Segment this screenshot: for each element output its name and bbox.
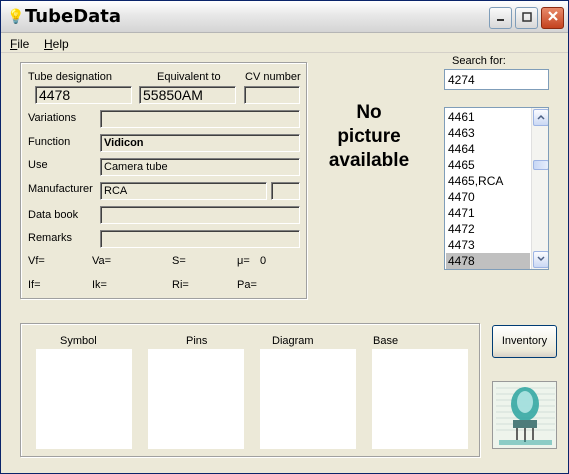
variations-label: Variations: [28, 112, 77, 124]
list-item[interactable]: 4464: [446, 141, 530, 157]
menu-bar: File Help: [1, 34, 568, 53]
pins-label: Pins: [186, 335, 208, 347]
variations-field[interactable]: [100, 110, 300, 128]
manufacturer-field[interactable]: RCA: [100, 182, 267, 200]
diagram-label: Diagram: [272, 335, 314, 347]
vf-label: Vf=: [28, 255, 45, 267]
app-window: 💡 TubeData File Help Tube designation Eq…: [0, 0, 569, 474]
symbol-label: Symbol: [60, 335, 97, 347]
va-label: Va=: [92, 255, 112, 267]
chevron-down-icon: [537, 256, 545, 262]
scroll-down-button[interactable]: [533, 251, 548, 268]
list-item[interactable]: 4470: [446, 189, 530, 205]
window-title: TubeData: [25, 6, 122, 27]
no-picture-text: No picture available: [328, 102, 410, 171]
data-book-label: Data book: [28, 209, 79, 221]
remarks-label: Remarks: [28, 232, 73, 244]
maximize-icon: [521, 12, 532, 22]
use-field[interactable]: Camera tube: [100, 158, 300, 176]
remarks-field[interactable]: [100, 230, 300, 248]
pa-label: Pa=: [237, 279, 257, 291]
close-icon: [547, 11, 558, 21]
mu-value: 0: [260, 255, 267, 267]
cv-number-field[interactable]: [244, 86, 300, 104]
list-item[interactable]: 4471: [446, 205, 530, 221]
mu-label: μ=: [237, 255, 250, 267]
list-item[interactable]: 4472: [446, 221, 530, 237]
if-label: If=: [28, 279, 41, 291]
vacuum-tube-icon: [493, 382, 556, 448]
equivalent-label: Equivalent to: [157, 71, 221, 83]
data-book-field[interactable]: [100, 206, 300, 224]
list-item[interactable]: 4465: [446, 157, 530, 173]
use-label: Use: [28, 159, 48, 171]
manufacturer-extra-field[interactable]: [271, 182, 300, 200]
base-image: [372, 349, 468, 449]
tube-list[interactable]: 4461 4463 4464 4465 4465,RCA 4470 4471 4472 4473…: [444, 107, 549, 270]
tube-designation-field[interactable]: 4478: [35, 86, 132, 104]
tube-designation-label: Tube designation: [28, 71, 112, 83]
scroll-up-button[interactable]: [533, 109, 548, 126]
tube-logo[interactable]: [492, 381, 557, 449]
cv-number-label: CV number: [245, 71, 301, 83]
s-label: S=: [172, 255, 186, 267]
equivalent-field[interactable]: 55850AM: [139, 86, 236, 104]
title-bar[interactable]: 💡 TubeData: [1, 1, 568, 33]
list-item[interactable]: 4465,RCA: [446, 173, 530, 189]
function-label: Function: [28, 136, 71, 148]
lightbulb-icon: 💡: [7, 8, 25, 24]
scroll-thumb[interactable]: [533, 160, 548, 170]
diagram-image: [260, 349, 356, 449]
function-field[interactable]: Vidicon: [100, 134, 300, 152]
pins-image: [148, 349, 244, 449]
minimize-icon: [496, 19, 504, 21]
search-input[interactable]: 4274: [444, 69, 549, 90]
ik-label: Ik=: [92, 279, 107, 291]
manufacturer-label: Manufacturer: [28, 183, 93, 195]
list-item[interactable]: 4463: [446, 125, 530, 141]
list-item[interactable]: 4461: [446, 109, 530, 125]
close-button[interactable]: [541, 7, 564, 29]
symbol-image: [36, 349, 132, 449]
base-label: Base: [373, 335, 399, 347]
chevron-up-icon: [537, 114, 545, 120]
menu-help[interactable]: Help: [44, 37, 69, 51]
list-item[interactable]: 4473: [446, 237, 530, 253]
maximize-button[interactable]: [515, 7, 538, 29]
inventory-button[interactable]: Inventory: [492, 325, 557, 358]
menu-file[interactable]: File: [10, 37, 29, 51]
list-item[interactable]: 4478: [446, 253, 530, 269]
list-scrollbar[interactable]: [531, 108, 548, 269]
search-label: Search for:: [452, 55, 506, 67]
minimize-button[interactable]: [489, 7, 512, 29]
ri-label: Ri=: [172, 279, 189, 291]
